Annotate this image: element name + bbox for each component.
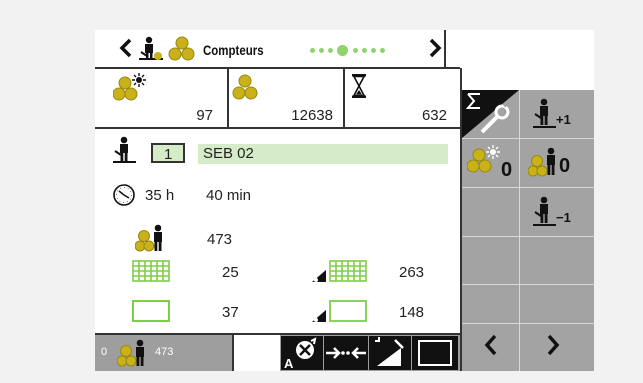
settings-button[interactable] [462, 90, 519, 138]
display-mode-icon[interactable] [412, 336, 458, 370]
empty-bales-value: 37 [222, 304, 239, 321]
total-bales-value: 12638 [291, 107, 333, 124]
page-dot [380, 48, 385, 53]
bales-icon [168, 36, 195, 61]
hourglass-icon [352, 74, 366, 98]
empty-bales-cut-value: 148 [399, 304, 425, 321]
bind-transfer-icon[interactable] [324, 336, 368, 370]
header-right-divider [444, 30, 446, 68]
footer-count: 473 [155, 346, 174, 358]
work-hours: 35 h [145, 187, 175, 204]
chevron-right-icon[interactable] [428, 38, 442, 58]
page-indicator [310, 44, 390, 56]
footer-mode-strip: A [280, 335, 460, 371]
page-dot-active [337, 45, 348, 56]
operator-bales-value: 473 [207, 231, 233, 248]
operator-icon [533, 98, 556, 128]
operator-bales-icon [528, 147, 555, 177]
reset-day-bales-label: 0 [501, 159, 513, 181]
net-bales-value: 25 [222, 264, 239, 281]
hours-counter: 632 [345, 69, 460, 127]
net-bales-cut-value: 263 [399, 264, 425, 281]
sun-bales-icon [467, 145, 500, 173]
reset-day-bales-button[interactable]: 0 [462, 139, 519, 187]
operator-minus-button[interactable]: −1 [520, 188, 594, 236]
side-empty-button [520, 237, 594, 284]
side-panel-top [462, 68, 594, 90]
operator-name-field[interactable]: SEB 02 [198, 144, 448, 164]
operator-number-field[interactable]: 1 [151, 143, 185, 163]
next-button[interactable] [520, 324, 594, 371]
counters-divider [95, 127, 460, 129]
operator-plus-button[interactable]: +1 [520, 90, 594, 138]
chevron-left-icon[interactable] [119, 38, 133, 58]
operator-plus-label: +1 [556, 112, 571, 127]
plain-bale-icon [132, 300, 170, 322]
chevron-right-icon [547, 334, 560, 356]
auto-bind-icon[interactable]: A [281, 336, 323, 370]
operator-icon [113, 136, 136, 163]
work-minutes: 40 min [206, 187, 252, 204]
previous-button[interactable] [462, 324, 519, 371]
grid-line [462, 284, 594, 285]
hours-value: 632 [421, 107, 447, 124]
operator-bales-icon [117, 339, 144, 367]
terminal-screen: Compteurs 97 1 2638 632 1 SEB 02 35 h 40 … [95, 30, 594, 371]
reset-operator-bales-label: 0 [559, 155, 571, 177]
operator-bales-icon [139, 36, 163, 60]
page-dot [310, 48, 315, 53]
svg-text:A: A [284, 356, 294, 370]
bales-icon [232, 74, 258, 100]
clock-icon [113, 184, 135, 206]
footer-index: 0 [101, 346, 108, 358]
operator-bales-icon [135, 224, 162, 252]
page-title: Compteurs [203, 42, 264, 58]
page-dot [319, 48, 324, 53]
day-bales-counter: 97 [95, 69, 227, 127]
day-bales-value: 97 [196, 107, 213, 124]
operator-name: SEB 02 [203, 145, 254, 162]
net-wrap-icon [132, 260, 170, 282]
reset-operator-bales-button[interactable]: 0 [520, 139, 594, 187]
footer-status: 0 473 [95, 335, 232, 371]
page-dot [371, 48, 376, 53]
side-empty-button [462, 188, 519, 236]
page-dot [328, 48, 333, 53]
page-dot [353, 48, 358, 53]
total-bales-counter: 12638 [229, 69, 343, 127]
operator-minus-label: −1 [556, 210, 571, 225]
operator-icon [533, 196, 556, 226]
sun-bales-icon [113, 73, 146, 101]
sigma-wrench-icon [462, 90, 519, 138]
header-bar: Compteurs [95, 30, 460, 68]
operator-number: 1 [164, 146, 173, 163]
knife-net-icon [312, 260, 367, 282]
footer-separator [232, 335, 234, 371]
page-dot [362, 48, 367, 53]
counters-row: 97 12638 632 [95, 69, 460, 127]
side-empty-button [462, 237, 519, 284]
knife-engage-icon[interactable] [369, 336, 411, 370]
chevron-left-icon [484, 334, 497, 356]
knife-plain-icon [312, 300, 367, 322]
